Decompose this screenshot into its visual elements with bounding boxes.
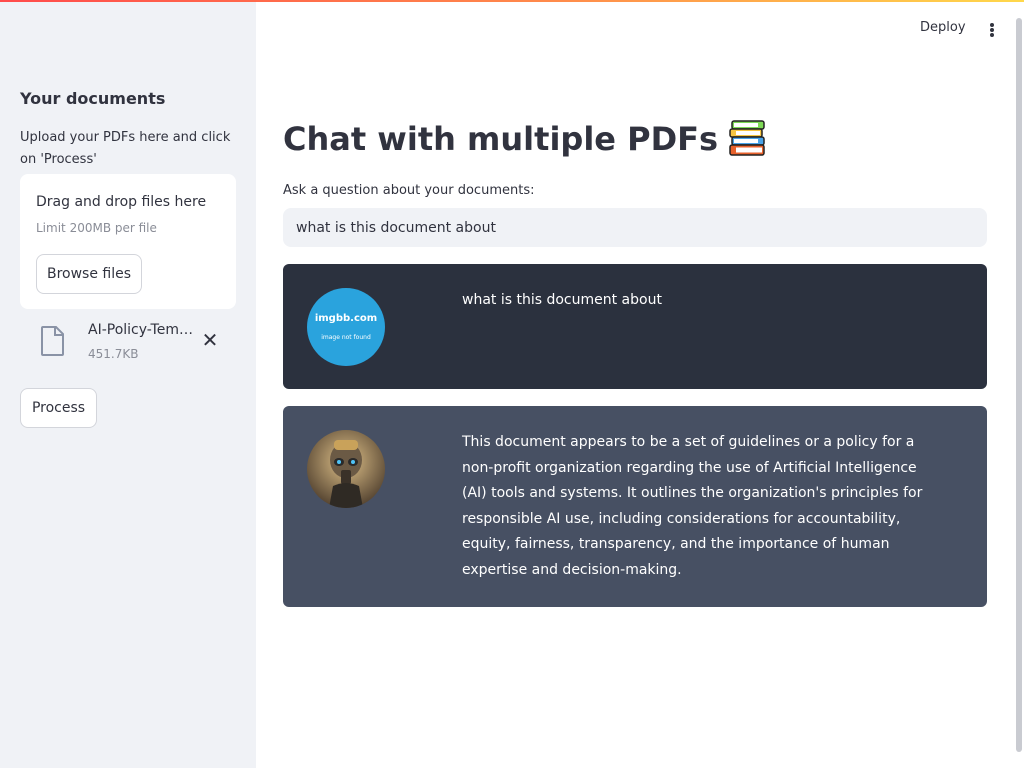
sidebar: Your documents Upload your PDFs here and…: [0, 2, 256, 768]
scrollbar[interactable]: [1016, 18, 1022, 752]
page-title-text: Chat with multiple PDFs: [283, 120, 719, 158]
file-icon: [41, 326, 64, 356]
dropzone-limit: Limit 200MB per file: [36, 221, 157, 235]
page-title: Chat with multiple PDFs: [283, 120, 768, 158]
main-menu-icon[interactable]: [984, 20, 1000, 40]
browse-files-button[interactable]: Browse files: [36, 254, 142, 294]
bot-message-text: This document appears to be a set of gui…: [462, 434, 923, 578]
user-avatar-note: image not found: [321, 334, 371, 341]
robot-avatar: [307, 430, 385, 508]
sidebar-title: Your documents: [20, 89, 166, 108]
dropzone-title: Drag and drop files here: [36, 194, 207, 210]
user-avatar: imgbb.com image not found: [307, 288, 385, 366]
process-button[interactable]: Process: [20, 388, 97, 428]
file-size: 451.7KB: [88, 347, 139, 361]
uploaded-file-item: AI-Policy-Tem… 451.7KB ✕: [20, 320, 236, 368]
bot-message: This document appears to be a set of gui…: [283, 406, 987, 607]
question-label: Ask a question about your documents:: [283, 183, 535, 198]
file-name: AI-Policy-Tem…: [88, 322, 193, 338]
user-message-text: what is this document about: [462, 292, 662, 308]
file-dropzone[interactable]: Drag and drop files here Limit 200MB per…: [20, 174, 236, 309]
deploy-button[interactable]: Deploy: [920, 20, 966, 35]
books-icon: [729, 120, 765, 156]
sidebar-description: Upload your PDFs here and click on 'Proc…: [20, 130, 231, 167]
question-input[interactable]: [283, 208, 987, 247]
user-avatar-brand: imgbb.com: [314, 313, 378, 324]
remove-file-icon[interactable]: ✕: [200, 330, 220, 350]
user-message: imgbb.com image not found what is this d…: [283, 264, 987, 389]
